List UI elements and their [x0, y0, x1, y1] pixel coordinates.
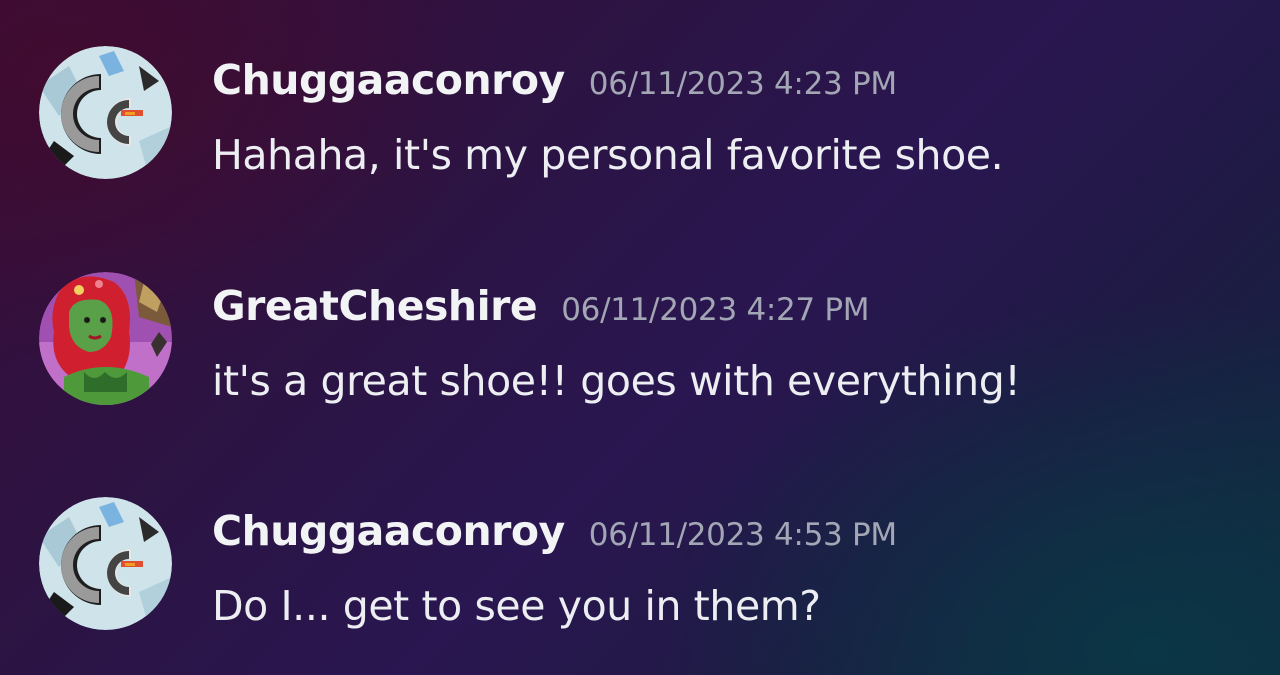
- poison-ivy-character-avatar-icon: [39, 272, 172, 405]
- message-timestamp: 06/11/2023 4:27 PM: [561, 292, 870, 328]
- chat-message[interactable]: Chuggaaconroy 06/11/2023 4:53 PM Do I... …: [0, 489, 1280, 630]
- message-content: Hahaha, it's my personal favorite shoe.: [212, 131, 1004, 179]
- message-timestamp: 06/11/2023 4:53 PM: [588, 517, 897, 553]
- message-content: Do I... get to see you in them?: [212, 582, 821, 630]
- username[interactable]: Chuggaaconroy: [212, 503, 565, 559]
- message-header: Chuggaaconroy 06/11/2023 4:23 PM: [212, 52, 897, 108]
- username[interactable]: Chuggaaconroy: [212, 52, 565, 108]
- user-avatar[interactable]: [39, 46, 172, 179]
- user-avatar[interactable]: [39, 272, 172, 405]
- message-content: it's a great shoe!! goes with everything…: [212, 357, 1021, 405]
- message-timestamp: 06/11/2023 4:23 PM: [588, 66, 897, 102]
- user-avatar[interactable]: [39, 497, 172, 630]
- message-header: Chuggaaconroy 06/11/2023 4:53 PM: [212, 503, 897, 559]
- chat-message-list: Chuggaaconroy 06/11/2023 4:23 PM Hahaha, …: [0, 0, 1280, 675]
- chat-message[interactable]: GreatCheshire 06/11/2023 4:27 PM it's a g…: [0, 264, 1280, 405]
- chuggaaconroy-cc-logo-avatar-icon: [39, 46, 172, 179]
- chat-message[interactable]: Chuggaaconroy 06/11/2023 4:23 PM Hahaha, …: [0, 38, 1280, 179]
- message-header: GreatCheshire 06/11/2023 4:27 PM: [212, 278, 870, 334]
- username[interactable]: GreatCheshire: [212, 278, 538, 334]
- chuggaaconroy-cc-logo-avatar-icon: [39, 497, 172, 630]
